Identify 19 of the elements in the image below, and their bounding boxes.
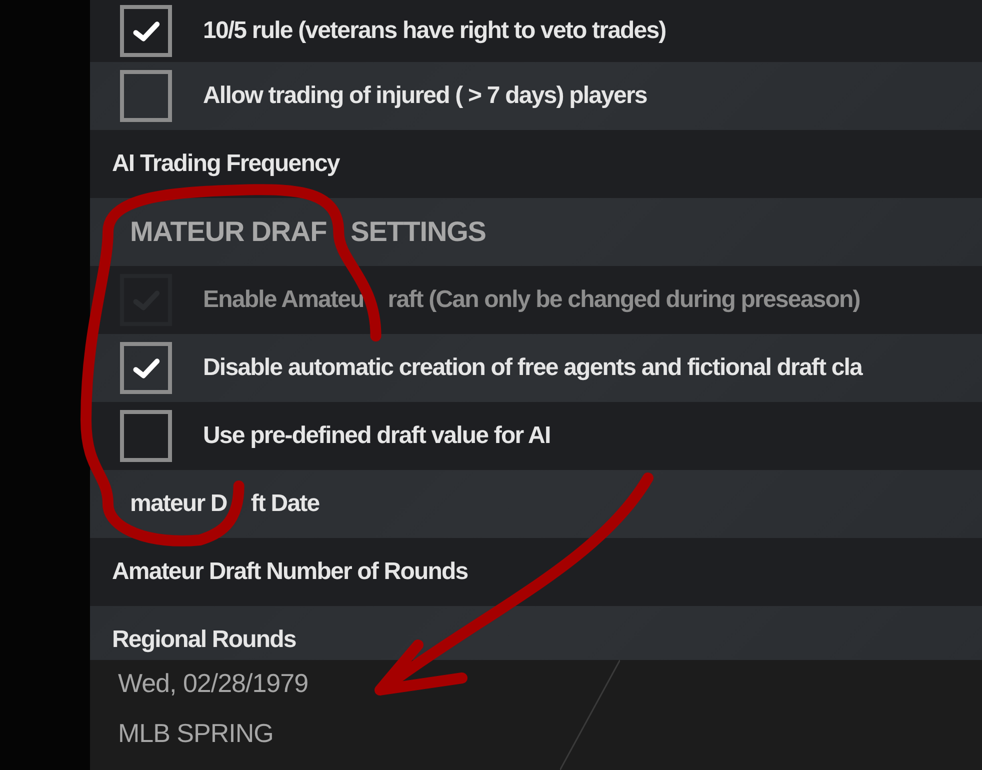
checkbox-label: Use pre-defined draft value for AI xyxy=(203,422,550,450)
season-phase: MLB SPRING xyxy=(118,718,274,748)
section-header: MATEUR DRAF xyxy=(130,216,327,248)
checkbox-label: 10/5 rule (veterans have right to veto trades) xyxy=(203,17,666,45)
setting-label: AI Trading Frequency xyxy=(112,150,340,178)
checkbox[interactable] xyxy=(120,70,172,122)
setting-label: Regional Rounds xyxy=(112,626,296,654)
setting-label: ft Date xyxy=(250,490,320,518)
checkbox[interactable] xyxy=(120,342,172,394)
setting-label: mateur D xyxy=(130,490,227,518)
setting-label: Amateur Draft Number of Rounds xyxy=(112,558,468,586)
game-date: Wed, 02/28/1979 xyxy=(118,668,308,698)
checkbox[interactable] xyxy=(120,5,172,57)
checkbox-label: raft (Can only be changed during preseason) xyxy=(388,286,860,314)
section-header: SETTINGS xyxy=(350,216,486,248)
checkbox-label: Disable automatic creation of free agents and fictional draft cla xyxy=(203,354,862,382)
checkbox-label: Enable Amateu xyxy=(203,286,364,314)
checkbox[interactable] xyxy=(120,410,172,462)
checkbox-label: Allow trading of injured ( > 7 days) players xyxy=(203,82,647,110)
